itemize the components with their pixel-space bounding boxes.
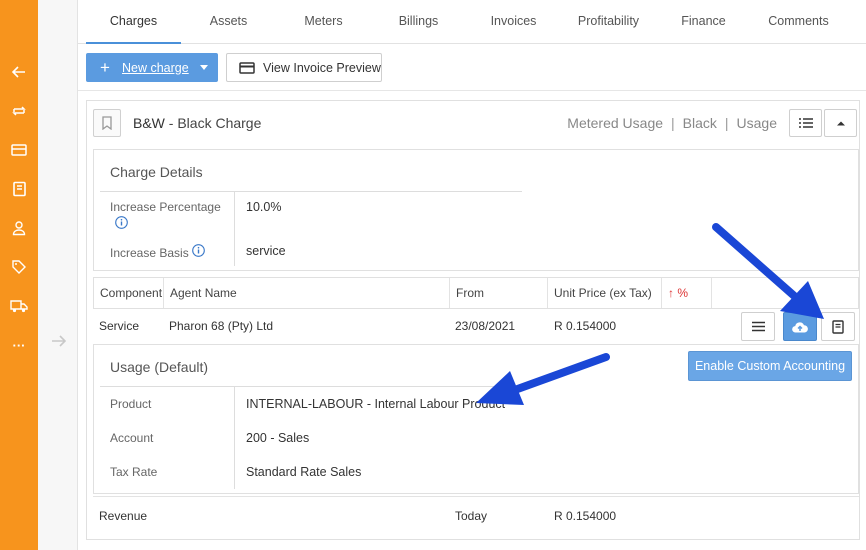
component-cell: Service	[99, 319, 140, 333]
list-icon	[798, 118, 813, 128]
tab-comments[interactable]: Comments	[751, 0, 846, 44]
charge-details-title: Charge Details	[110, 164, 203, 180]
column-header-agent-name[interactable]: Agent Name	[164, 278, 450, 308]
forward-arrow-icon[interactable]	[50, 332, 68, 350]
increase-basis-label: Increase Basis	[110, 246, 189, 260]
divider	[234, 387, 235, 489]
tax-rate-label: Tax Rate	[110, 465, 158, 479]
plus-icon: +	[100, 58, 110, 77]
tab-profitability[interactable]: Profitability	[561, 0, 656, 44]
tab-charges[interactable]: Charges	[86, 0, 181, 44]
meta-separator: |	[724, 115, 729, 131]
row-menu-button[interactable]	[741, 312, 775, 341]
divider	[100, 386, 522, 387]
tab-assets[interactable]: Assets	[181, 0, 276, 44]
tab-invoices[interactable]: Invoices	[466, 0, 561, 44]
usage-accounting-button[interactable]	[821, 312, 855, 341]
column-header-unit-price[interactable]: Unit Price (ex Tax)	[548, 278, 662, 308]
charge-name: - Black Charge	[164, 115, 262, 131]
card-icon[interactable]	[9, 140, 29, 160]
revenue-unit-price: R 0.154000	[554, 509, 617, 523]
toolbar: + New charge View Invoice Preview	[78, 44, 866, 91]
revenue-label: Revenue	[99, 509, 148, 523]
more-icon[interactable]: ···	[9, 335, 29, 355]
truck-icon[interactable]	[9, 296, 29, 316]
meta-separator: |	[671, 115, 675, 131]
revenue-row[interactable]: Revenue Today R 0.154000	[93, 496, 859, 534]
usage-title: Usage (Default)	[110, 359, 209, 375]
upload-button[interactable]	[783, 312, 817, 341]
charge-meta: Metered Usage | Black | Usage	[567, 115, 777, 131]
unit-price-cell: R 0.154000	[554, 319, 617, 333]
menu-icon	[751, 321, 765, 332]
view-invoice-preview-button[interactable]: View Invoice Preview	[226, 53, 382, 82]
charge-title: B&W - Black Charge	[133, 115, 261, 131]
tab-meters[interactable]: Meters	[276, 0, 371, 44]
product-value: INTERNAL-LABOUR - Internal Labour Produc…	[246, 397, 506, 411]
new-charge-label: New charge	[122, 60, 189, 75]
chevron-down-icon[interactable]	[200, 65, 208, 70]
divider	[100, 191, 522, 192]
charge-category: Usage	[736, 115, 777, 131]
tag-icon[interactable]	[9, 257, 29, 277]
agent-name-cell: Pharon 68 (Pty) Ltd	[169, 319, 274, 333]
secondary-rail	[38, 0, 78, 550]
book-icon[interactable]	[9, 179, 29, 199]
account-label: Account	[110, 431, 154, 445]
person-icon[interactable]	[9, 218, 29, 238]
tab-billings[interactable]: Billings	[371, 0, 466, 44]
usage-section: Usage (Default) Enable Custom Accounting…	[93, 344, 859, 494]
back-arrow-icon[interactable]	[9, 62, 29, 82]
product-label: Product	[110, 397, 152, 411]
tax-rate-value: Standard Rate Sales	[246, 465, 362, 479]
main-content: Charges Assets Meters Billings Invoices …	[78, 0, 866, 550]
left-sidebar: ···	[0, 0, 38, 550]
column-header-component[interactable]: Component	[94, 278, 164, 308]
charge-code: B&W	[133, 115, 165, 131]
revenue-from: Today	[455, 509, 488, 523]
new-charge-button[interactable]: + New charge	[86, 53, 218, 82]
enable-custom-accounting-button[interactable]: Enable Custom Accounting	[688, 351, 852, 381]
repeat-icon[interactable]	[9, 101, 29, 121]
charge-panel: B&W - Black Charge Metered Usage | Black | U…	[86, 100, 860, 540]
view-invoice-preview-label: View Invoice Preview	[263, 60, 381, 75]
charge-details: Charge Details Increase Percentage 10.0%…	[93, 149, 859, 271]
increase-percentage-label: Increase Percentage	[110, 200, 221, 214]
tab-finance[interactable]: Finance	[656, 0, 751, 44]
table-row[interactable]: Service Pharon 68 (Pty) Ltd 23/08/2021 R…	[93, 309, 859, 344]
charge-header: B&W - Black Charge Metered Usage | Black | U…	[87, 101, 859, 145]
increase-basis-value: service	[246, 244, 286, 258]
chevron-up-icon	[836, 121, 845, 126]
from-cell: 23/08/2021	[455, 319, 516, 333]
tab-bar: Charges Assets Meters Billings Invoices …	[78, 0, 866, 44]
list-menu-button[interactable]	[789, 109, 822, 137]
increase-percentage-value: 10.0%	[246, 200, 282, 214]
info-icon[interactable]	[115, 216, 128, 229]
bookmark-icon[interactable]	[93, 109, 121, 137]
account-value: 200 - Sales	[246, 431, 310, 445]
collapse-button[interactable]	[824, 109, 857, 137]
book-icon	[832, 319, 844, 334]
column-header-percent[interactable]: ↑ %	[662, 278, 712, 308]
cloud-upload-icon	[792, 321, 808, 333]
info-icon[interactable]	[192, 244, 205, 257]
charge-type: Metered Usage	[567, 115, 664, 131]
component-grid-header: Component Agent Name From Unit Price (ex…	[93, 277, 859, 309]
divider	[234, 192, 235, 266]
charge-color: Black	[682, 115, 717, 131]
card-icon	[239, 61, 255, 74]
column-header-from[interactable]: From	[450, 278, 548, 308]
